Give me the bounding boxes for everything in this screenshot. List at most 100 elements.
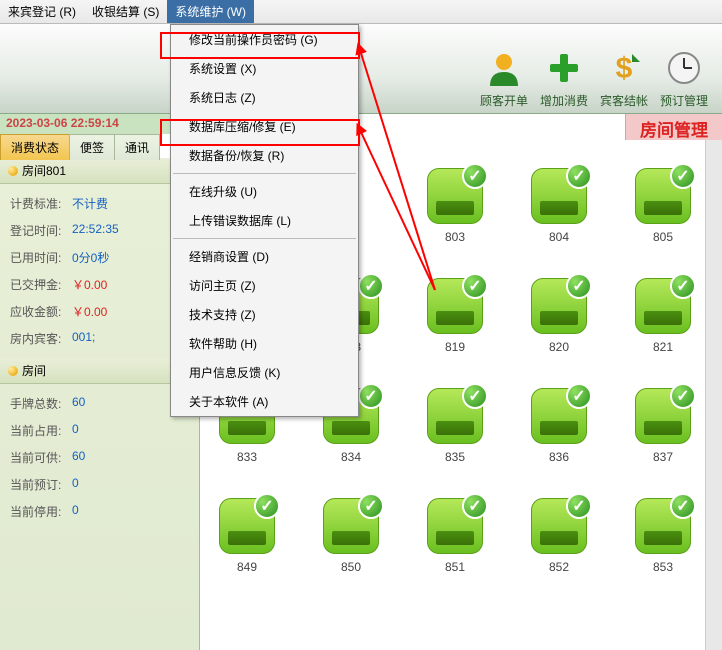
room-label: 850 — [341, 560, 361, 574]
room-item[interactable]: ✓837 — [628, 388, 698, 464]
room-item[interactable]: ✓851 — [420, 498, 490, 574]
room-item[interactable]: ✓821 — [628, 278, 698, 354]
field-label: 当前占用: — [10, 422, 72, 439]
dropdown-item[interactable]: 关于本软件 (A) — [171, 387, 358, 416]
field-label: 登记时间: — [10, 222, 72, 239]
clock-icon — [664, 48, 704, 88]
info-field: 应收金额:￥0.00 — [10, 298, 189, 325]
room-icon: ✓ — [323, 498, 379, 554]
field-value: ￥0.00 — [72, 276, 107, 293]
dropdown-item[interactable]: 访问主页 (Z) — [171, 271, 358, 300]
toolbar-button[interactable]: $宾客结帐 — [594, 24, 654, 113]
dropdown-item[interactable]: 在线升级 (U) — [171, 177, 358, 206]
dropdown-item[interactable]: 系统日志 (Z) — [171, 83, 358, 112]
field-label: 当前停用: — [10, 503, 72, 520]
room-icon: ✓ — [531, 168, 587, 224]
room-icon: ✓ — [531, 278, 587, 334]
field-label: 应收金额: — [10, 303, 72, 320]
room-label: 853 — [653, 560, 673, 574]
dropdown-item[interactable]: 系统设置 (X) — [171, 54, 358, 83]
system-maintenance-dropdown: 修改当前操作员密码 (G)系统设置 (X)系统日志 (Z)数据库压缩/修复 (E… — [170, 24, 359, 417]
svg-text:$: $ — [616, 52, 633, 85]
check-icon: ✓ — [358, 273, 384, 299]
bullet-icon — [8, 366, 18, 376]
menubar-item[interactable]: 系统维护 (W) — [167, 0, 254, 23]
dropdown-item[interactable]: 数据备份/恢复 (R) — [171, 141, 358, 170]
room-item[interactable]: ✓849 — [212, 498, 282, 574]
dropdown-item[interactable]: 用户信息反馈 (K) — [171, 358, 358, 387]
user-icon — [484, 48, 524, 88]
plus-icon — [544, 48, 584, 88]
info-field: 房内宾客:001; — [10, 325, 189, 352]
room-item[interactable]: ✓ 803 — [420, 168, 490, 244]
check-icon: ✓ — [358, 493, 384, 519]
room-item[interactable]: ✓819 — [420, 278, 490, 354]
room-label: 821 — [653, 340, 673, 354]
menubar: 来宾登记 (R)收银结算 (S)系统维护 (W) — [0, 0, 722, 24]
bullet-icon — [8, 166, 18, 176]
check-icon: ✓ — [462, 163, 488, 189]
menubar-item[interactable]: 收银结算 (S) — [84, 0, 167, 23]
room-label: 852 — [549, 560, 569, 574]
toolbar-button[interactable]: 增加消费 — [534, 24, 594, 113]
check-icon: ✓ — [462, 273, 488, 299]
field-value: ￥0.00 — [72, 303, 107, 320]
dropdown-item[interactable]: 修改当前操作员密码 (G) — [171, 25, 358, 54]
room-item[interactable]: ✓ 835 — [420, 388, 490, 464]
info-field: 当前停用:0 — [10, 498, 189, 525]
room-item[interactable]: ✓ 853 — [628, 498, 698, 574]
room-icon: ✓ — [531, 498, 587, 554]
field-label: 手牌总数: — [10, 395, 72, 412]
tab[interactable]: 消费状态 — [0, 134, 70, 160]
room-label: 851 — [445, 560, 465, 574]
menubar-item[interactable]: 来宾登记 (R) — [0, 0, 84, 23]
room-label: 803 — [445, 230, 465, 244]
dropdown-item[interactable]: 软件帮助 (H) — [171, 329, 358, 358]
field-value: 0分0秒 — [72, 249, 109, 266]
room-icon: ✓ — [635, 498, 691, 554]
info-field: 已用时间:0分0秒 — [10, 244, 189, 271]
room-label: 819 — [445, 340, 465, 354]
check-icon: ✓ — [358, 383, 384, 409]
field-value: 0 — [72, 476, 79, 493]
dropdown-item[interactable]: 技术支持 (Z) — [171, 300, 358, 329]
room-label: 820 — [549, 340, 569, 354]
field-value: 0 — [72, 422, 79, 439]
dropdown-separator — [173, 238, 356, 239]
dropdown-item[interactable]: 数据库压缩/修复 (E) — [171, 112, 358, 141]
tab[interactable]: 便签 — [69, 134, 115, 160]
check-icon: ✓ — [462, 383, 488, 409]
dollar-icon: $ — [604, 48, 644, 88]
room-icon: ✓ — [635, 168, 691, 224]
field-value: 60 — [72, 449, 85, 466]
room-item[interactable]: ✓ 820 — [524, 278, 594, 354]
room-label: 849 — [237, 560, 257, 574]
field-label: 当前预订: — [10, 476, 72, 493]
room-item[interactable]: ✓836 — [524, 388, 594, 464]
room-label: 837 — [653, 450, 673, 464]
sidebar-tabs: 消费状态便签通讯 — [0, 134, 159, 160]
room-item[interactable]: ✓ 852 — [524, 498, 594, 574]
field-value: 0 — [72, 503, 79, 520]
tab[interactable]: 通讯 — [114, 134, 160, 160]
info-field: 当前可供:60 — [10, 444, 189, 471]
room-icon: ✓ — [531, 388, 587, 444]
room-panel-title: 房间801 — [22, 162, 66, 179]
room-label: 833 — [237, 450, 257, 464]
field-label: 已用时间: — [10, 249, 72, 266]
room-icon: ✓ — [427, 168, 483, 224]
room-item[interactable]: ✓805 — [628, 168, 698, 244]
room-item[interactable]: ✓ 850 — [316, 498, 386, 574]
dropdown-item[interactable]: 上传错误数据库 (L) — [171, 206, 358, 235]
toolbar-button[interactable]: 预订管理 — [654, 24, 714, 113]
room-label: 835 — [445, 450, 465, 464]
main-toolbar: 顾客开单增加消费$宾客结帐预订管理 — [0, 24, 722, 114]
check-icon: ✓ — [462, 493, 488, 519]
vertical-scrollbar[interactable] — [705, 140, 722, 650]
room-icon: ✓ — [427, 388, 483, 444]
dropdown-item[interactable]: 经销商设置 (D) — [171, 242, 358, 271]
toolbar-button-label: 预订管理 — [660, 92, 708, 109]
room-item[interactable]: ✓804 — [524, 168, 594, 244]
toolbar-button[interactable]: 顾客开单 — [474, 24, 534, 113]
field-value: 不计费 — [72, 195, 108, 212]
